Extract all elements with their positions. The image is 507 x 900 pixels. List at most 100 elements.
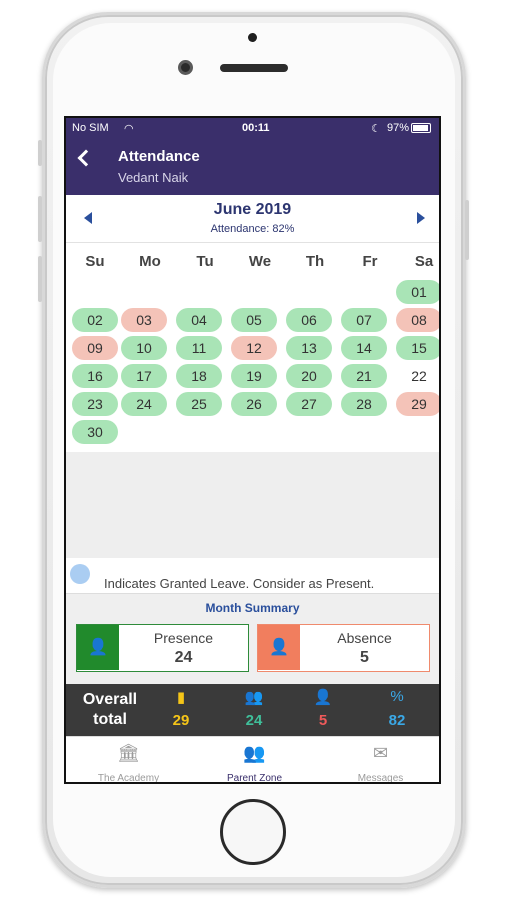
calendar-day-10[interactable]: 10	[121, 336, 167, 360]
percent-icon: %	[390, 688, 404, 705]
legend: Indicates Granted Leave. Consider as Pre…	[66, 558, 439, 594]
mute-switch	[38, 140, 42, 166]
calendar-day-09[interactable]: 09	[72, 336, 118, 360]
overall-label-line1: Overall	[82, 691, 138, 708]
overall-stat-1: 👥 24	[229, 688, 279, 729]
overall-stat-value: 29	[172, 712, 190, 729]
calendar-day-21[interactable]: 21	[341, 364, 387, 388]
user-minus-icon: 👤	[269, 639, 289, 656]
overall-label-line2: total	[93, 711, 127, 728]
front-camera	[178, 60, 193, 75]
volume-down-button	[38, 256, 42, 302]
month-summary: Month Summary 👤 Presence 24 👤 Absence 5	[66, 594, 439, 684]
page-title: Attendance	[118, 148, 200, 165]
academy-icon: 🏛	[117, 743, 140, 763]
messages-icon: ✉	[372, 743, 389, 763]
calendar-day-06[interactable]: 06	[286, 308, 332, 332]
calendar-day-17[interactable]: 17	[121, 364, 167, 388]
overall-stat-value: 82	[388, 712, 406, 729]
presence-card: 👤 Presence 24	[76, 624, 249, 672]
user-minus-icon: 👤	[313, 689, 333, 706]
presence-value: 24	[174, 649, 193, 666]
presence-label: Presence	[153, 630, 214, 646]
proximity-sensor	[248, 33, 257, 42]
calendar-day-26[interactable]: 26	[231, 392, 277, 416]
calendar-day-14[interactable]: 14	[341, 336, 387, 360]
calendar-day-07[interactable]: 07	[341, 308, 387, 332]
calendar-icon: ▮	[176, 689, 186, 706]
calendar-day-13[interactable]: 13	[286, 336, 332, 360]
calendar-day-11[interactable]: 11	[176, 336, 222, 360]
clock: 00:11	[242, 122, 270, 134]
weekday-header: Su Mo Tu We Th Fr Sa	[66, 243, 439, 277]
wifi-icon: ◠	[124, 123, 134, 135]
tab-the-academy[interactable]: 🏛 The Academy	[66, 743, 191, 784]
calendar-grid: 01 02 03 04 05 06 07 08 09 10 11 12 13 14 15 16 17 18 19 20…	[66, 277, 439, 457]
overall-stat-2: 👤 5	[298, 688, 348, 729]
battery-percent: 97%	[386, 122, 409, 134]
app-header: No SIM ◠ 00:11 ☾ 97% Attendance Vedant N…	[66, 118, 439, 195]
parent-zone-icon: 👥	[243, 743, 266, 763]
overall-stat-value: 5	[318, 712, 328, 729]
volume-up-button	[38, 196, 42, 242]
granted-leave-dot-icon	[70, 564, 90, 584]
tab-messages[interactable]: ✉ Messages	[318, 743, 439, 784]
bottom-tab-bar: 🏛 The Academy 👥 Parent Zone ✉ Messages	[66, 736, 439, 784]
weekday-su: Su	[85, 253, 105, 270]
earpiece-speaker	[220, 64, 288, 72]
absence-label: Absence	[337, 630, 392, 646]
tab-label: Messages	[357, 773, 404, 784]
status-bar: No SIM ◠ 00:11 ☾ 97%	[72, 122, 433, 136]
home-button[interactable]	[220, 799, 286, 865]
tab-label: Parent Zone	[226, 773, 283, 784]
calendar-day-24[interactable]: 24	[121, 392, 167, 416]
calendar-day-01[interactable]: 01	[396, 280, 439, 304]
weekday-sa: Sa	[414, 253, 434, 270]
month-title: June 2019	[213, 201, 292, 218]
calendar-day-19[interactable]: 19	[231, 364, 277, 388]
calendar-day-27[interactable]: 27	[286, 392, 332, 416]
calendar-spacer	[66, 452, 439, 558]
battery-icon	[411, 123, 431, 133]
calendar-day-03[interactable]: 03	[121, 308, 167, 332]
absence-card: 👤 Absence 5	[257, 624, 430, 672]
calendar-day-15[interactable]: 15	[396, 336, 439, 360]
calendar-day-20[interactable]: 20	[286, 364, 332, 388]
calendar-day-25[interactable]: 25	[176, 392, 222, 416]
calendar-day-12[interactable]: 12	[231, 336, 277, 360]
power-button	[465, 200, 469, 260]
calendar-day-08[interactable]: 08	[396, 308, 439, 332]
weekday-tu: Tu	[196, 253, 214, 270]
overall-stat-value: 24	[245, 712, 263, 729]
weekday-th: Th	[305, 253, 325, 270]
user-check-icon: 👤	[88, 639, 108, 656]
calendar-day-30[interactable]: 30	[72, 420, 118, 444]
summary-title: Month Summary	[205, 601, 300, 615]
next-month-icon[interactable]	[417, 212, 425, 224]
weekday-we: We	[248, 253, 272, 270]
calendar-day-22[interactable]: 22	[396, 364, 439, 388]
do-not-disturb-icon: ☾	[371, 123, 381, 135]
calendar-day-16[interactable]: 16	[72, 364, 118, 388]
user-check-icon: 👥	[244, 689, 264, 706]
calendar-day-18[interactable]: 18	[176, 364, 222, 388]
calendar-day-04[interactable]: 04	[176, 308, 222, 332]
back-arrow-icon[interactable]	[77, 149, 95, 167]
student-name: Vedant Naik	[118, 170, 189, 185]
absence-icon-box: 👤	[258, 625, 300, 670]
calendar-day-02[interactable]: 02	[72, 308, 118, 332]
overall-stat-3: % 82	[372, 688, 422, 729]
carrier-label: No SIM	[72, 122, 109, 134]
calendar-day-23[interactable]: 23	[72, 392, 118, 416]
month-navigator: June 2019 Attendance: 82%	[66, 195, 439, 243]
tab-parent-zone[interactable]: 👥 Parent Zone	[192, 743, 317, 784]
attendance-percent: Attendance: 82%	[210, 223, 295, 235]
absence-value: 5	[360, 649, 369, 666]
overall-stat-0: ▮ 29	[156, 688, 206, 729]
calendar-day-29[interactable]: 29	[396, 392, 439, 416]
overall-total-label: Overall total	[80, 690, 140, 730]
calendar-day-28[interactable]: 28	[341, 392, 387, 416]
tab-label: The Academy	[97, 773, 160, 784]
app-screen: No SIM ◠ 00:11 ☾ 97% Attendance Vedant N…	[64, 116, 441, 784]
calendar-day-05[interactable]: 05	[231, 308, 277, 332]
